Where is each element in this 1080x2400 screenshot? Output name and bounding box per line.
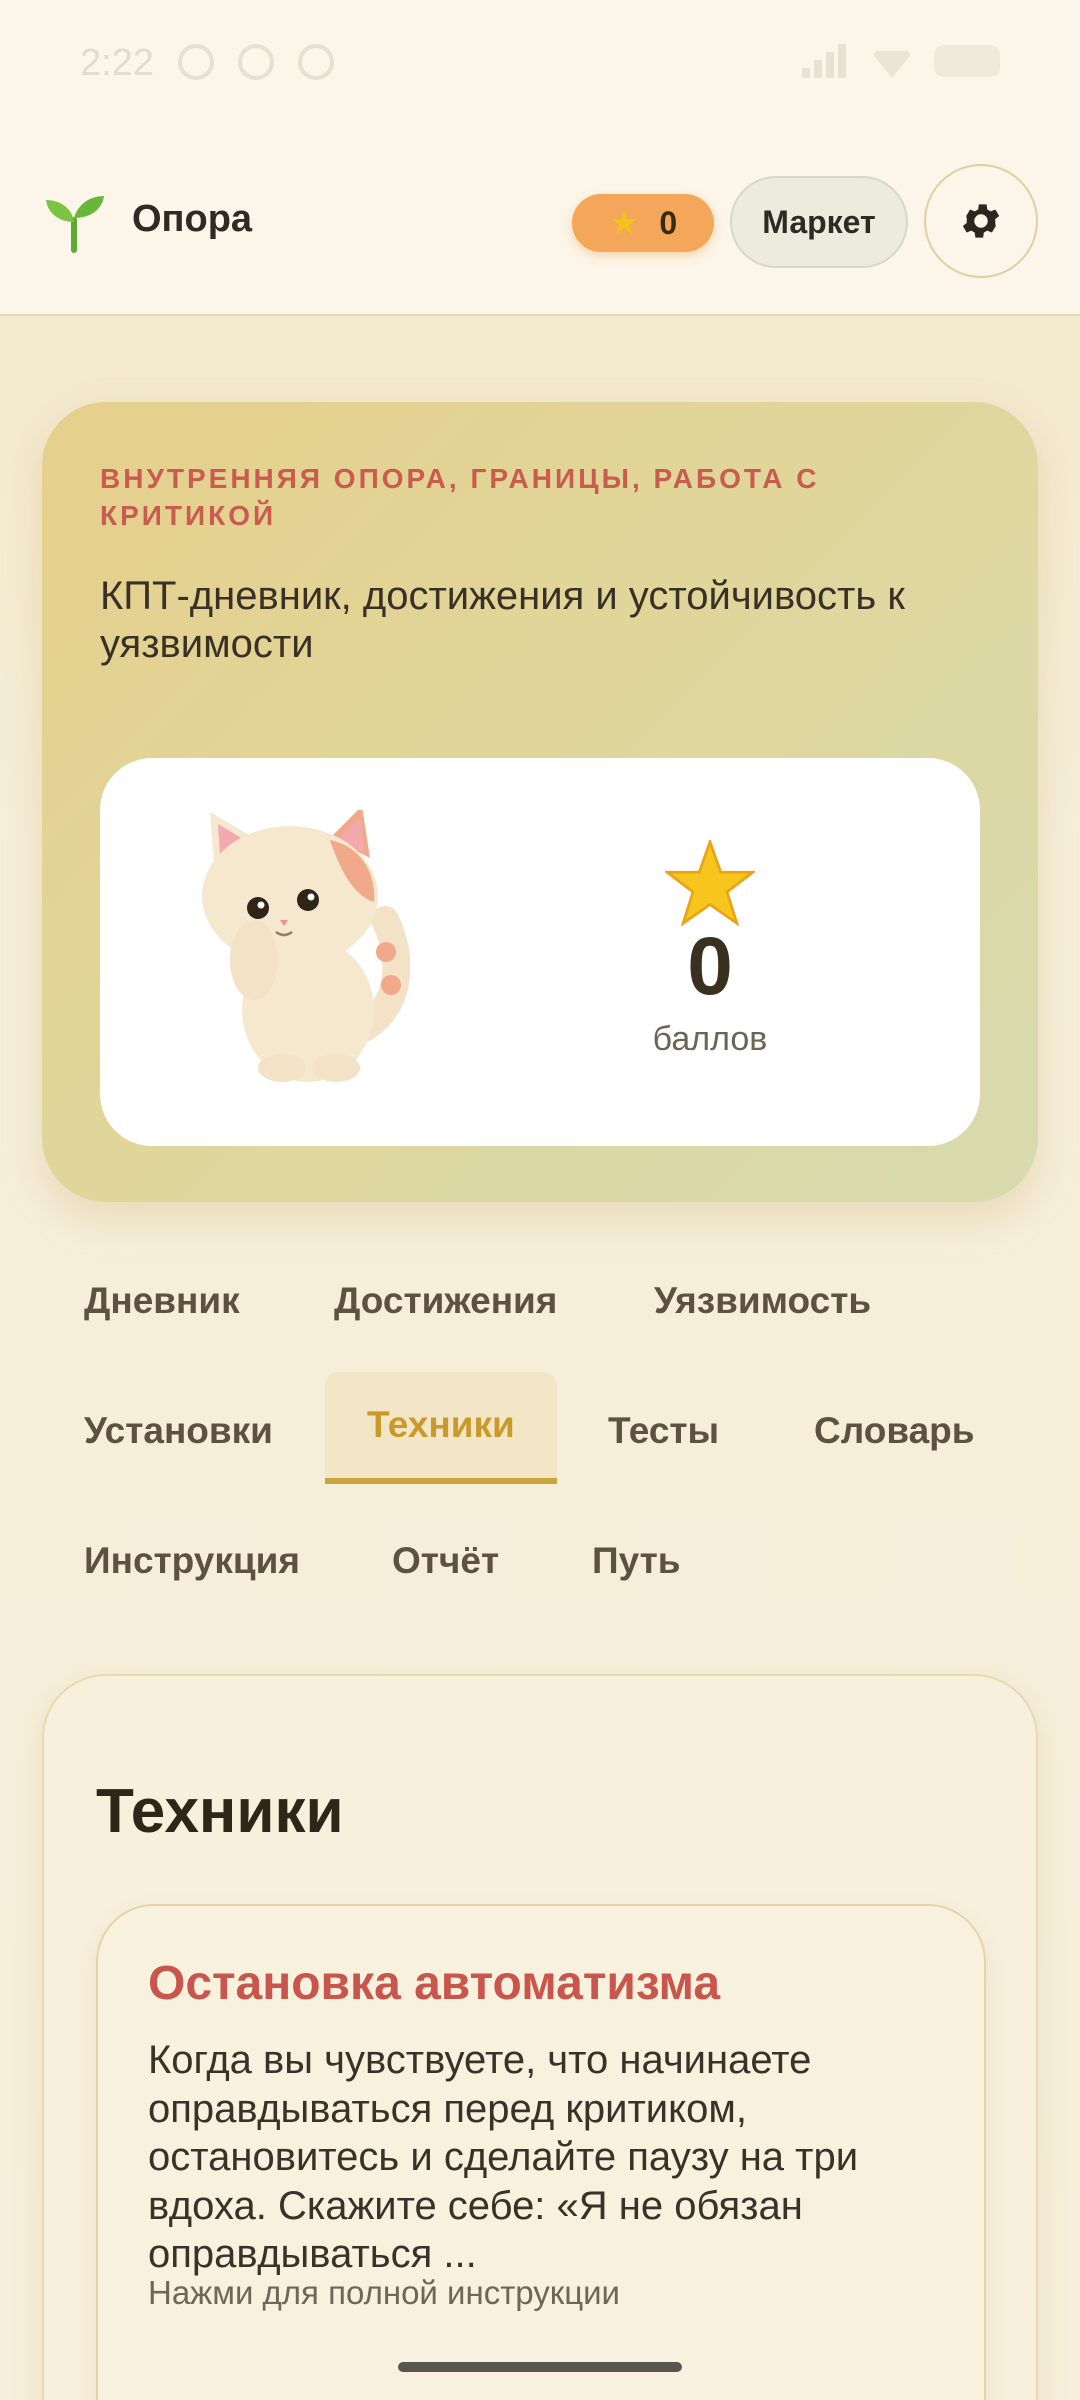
- tab-glossary[interactable]: Словарь: [772, 1376, 1017, 1486]
- home-indicator[interactable]: [398, 2362, 682, 2372]
- alert-status-icon: [238, 44, 274, 80]
- shield-status-icon: [298, 44, 334, 80]
- section-title: Техники: [96, 1777, 344, 1846]
- technique-hint: Нажми для полной инструкции: [148, 2274, 620, 2311]
- cat-mascot: [202, 810, 410, 1082]
- technique-text: Когда вы чувствуете, что начинаете оправ…: [148, 2038, 859, 2276]
- app-header: Опора ★ 0 Маркет: [0, 130, 1080, 316]
- technique-title: Остановка автоматизма: [148, 1957, 721, 2010]
- status-bar: 2:22: [0, 0, 1080, 130]
- points-label: баллов: [652, 1020, 768, 1058]
- signal-icon: [802, 44, 850, 78]
- points-panel: 0 баллов: [100, 758, 980, 1146]
- star-icon: ★: [608, 204, 640, 242]
- tab-tests[interactable]: Тесты: [566, 1376, 761, 1486]
- tab-report[interactable]: Отчёт: [350, 1506, 541, 1616]
- technique-card[interactable]: Остановка автоматизма Когда вы чувствует…: [96, 1904, 986, 2400]
- star-icon: [665, 840, 755, 926]
- gear-icon: [962, 204, 1000, 238]
- tab-diary[interactable]: Дневник: [42, 1246, 282, 1356]
- tab-achievements[interactable]: Достижения: [292, 1246, 599, 1356]
- settings-status-icon: [178, 44, 214, 80]
- market-button[interactable]: Маркет: [730, 176, 908, 268]
- hero-description: КПТ-дневник, достижения и устойчивость к…: [100, 574, 905, 666]
- battery-icon: [934, 45, 1000, 77]
- tab-path[interactable]: Путь: [550, 1506, 723, 1616]
- points-value: 0: [687, 921, 733, 1012]
- sprout-icon: [46, 196, 104, 253]
- tab-beliefs[interactable]: Установки: [42, 1376, 315, 1486]
- tab-vulnerability[interactable]: Уязвимость: [612, 1246, 913, 1356]
- points-badge[interactable]: ★ 0: [572, 194, 714, 252]
- app-title: Опора: [132, 198, 253, 240]
- status-system-icons: [802, 44, 1000, 78]
- settings-button[interactable]: [924, 164, 1038, 278]
- hero-card: ВНУТРЕННЯЯ ОПОРА, ГРАНИЦЫ, РАБОТА С КРИТ…: [42, 402, 1038, 1202]
- tab-instruction[interactable]: Инструкция: [42, 1506, 342, 1616]
- hero-kicker: ВНУТРЕННЯЯ ОПОРА, ГРАНИЦЫ, РАБОТА С КРИТ…: [100, 463, 820, 531]
- wifi-icon: [870, 50, 914, 78]
- status-notification-icons: [178, 44, 334, 80]
- tab-techniques[interactable]: Техники: [325, 1372, 557, 1484]
- status-time: 2:22: [80, 42, 154, 84]
- points-count: 0: [659, 204, 678, 241]
- techniques-section: Техники Остановка автоматизма Когда вы ч…: [42, 1674, 1038, 2400]
